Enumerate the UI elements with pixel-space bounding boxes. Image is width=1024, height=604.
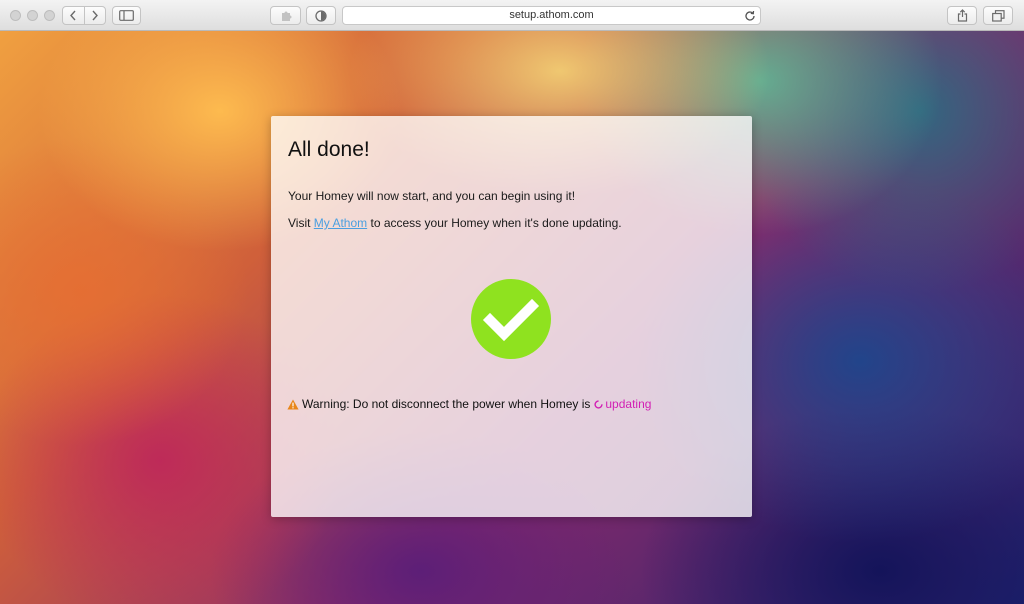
share-button[interactable] — [947, 6, 977, 25]
update-status: updating — [594, 397, 651, 411]
browser-toolbar: setup.athom.com — [0, 0, 1024, 31]
visit-prefix: Visit — [288, 216, 314, 230]
tabs-icon — [991, 9, 1005, 22]
forward-button[interactable] — [83, 7, 106, 24]
extension-button[interactable] — [270, 6, 301, 25]
my-athom-link[interactable]: My Athom — [314, 216, 367, 230]
privacy-button[interactable] — [306, 6, 336, 25]
shield-icon — [315, 9, 327, 22]
start-message: Your Homey will now start, and you can b… — [288, 189, 576, 203]
page-background: All done! Your Homey will now start, and… — [0, 31, 1024, 604]
history-navigation — [62, 6, 106, 25]
close-window-button[interactable] — [10, 10, 21, 21]
minimize-window-button[interactable] — [27, 10, 38, 21]
tabs-overview-button[interactable] — [983, 6, 1013, 25]
chevron-right-icon — [92, 10, 98, 21]
share-icon — [957, 9, 967, 22]
checkmark-icon — [471, 279, 551, 359]
visit-suffix: to access your Homey when it's done upda… — [367, 216, 622, 230]
sidebar-icon — [119, 10, 134, 21]
puzzle-icon — [281, 11, 291, 21]
chevron-left-icon — [70, 10, 76, 21]
warning-text: Warning: Do not disconnect the power whe… — [302, 397, 591, 411]
sidebar-button[interactable] — [112, 6, 141, 25]
address-bar[interactable]: setup.athom.com — [342, 6, 761, 25]
zoom-window-button[interactable] — [44, 10, 55, 21]
back-button[interactable] — [63, 7, 84, 24]
address-text: setup.athom.com — [509, 9, 594, 21]
setup-complete-card: All done! Your Homey will now start, and… — [271, 116, 752, 517]
page-title: All done! — [288, 138, 370, 161]
visit-message: Visit My Athom to access your Homey when… — [288, 216, 622, 230]
power-warning: Warning: Do not disconnect the power whe… — [287, 397, 651, 411]
spinner-icon — [594, 399, 603, 409]
warning-triangle-icon — [287, 399, 299, 410]
reload-icon — [745, 10, 755, 21]
browser-window: setup.athom.com All done! Your Homey wil… — [0, 0, 1024, 604]
status-text: updating — [605, 397, 652, 411]
reload-button[interactable] — [744, 9, 756, 27]
